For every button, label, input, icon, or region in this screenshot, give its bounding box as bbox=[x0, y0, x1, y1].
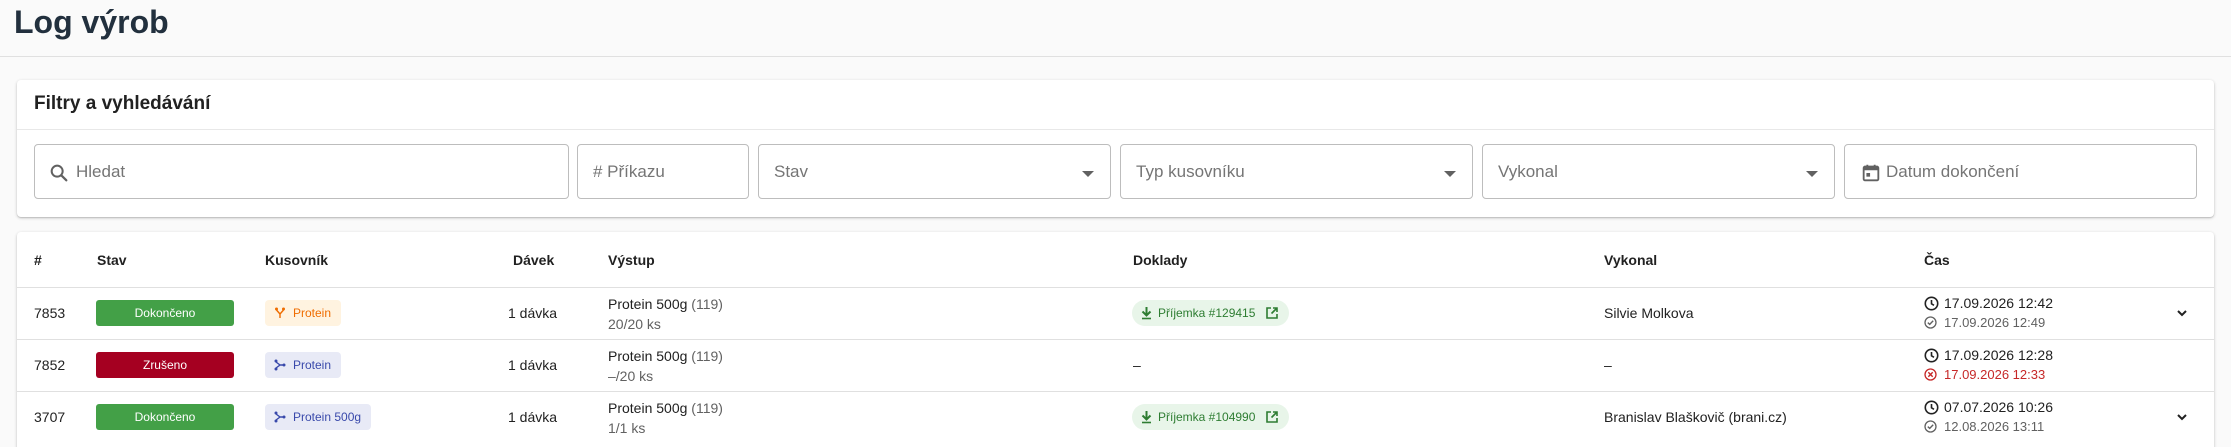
batches-count: 1 dávka bbox=[508, 305, 558, 321]
dropdown-arrow-icon bbox=[1806, 171, 1818, 177]
output-quantity: –/20 ks bbox=[608, 368, 654, 384]
status-select[interactable]: Stav bbox=[758, 144, 1111, 199]
output-name: Protein 500g bbox=[608, 400, 688, 416]
output-name: Protein 500g bbox=[608, 296, 688, 312]
time-started: 17.09.2026 12:42 bbox=[1924, 295, 2053, 311]
bom-chip-label: Protein bbox=[293, 306, 332, 320]
time-cancelled-value: 17.09.2026 12:33 bbox=[1944, 367, 2046, 382]
document-link-chip[interactable]: Příjemka #129415 bbox=[1132, 300, 1290, 326]
production-log-table: # Stav Kusovník Dávek Výstup Doklady Vyk… bbox=[17, 232, 2214, 447]
table-row[interactable]: 7853 Dokončeno Protein 1 dávka Protein 5… bbox=[17, 287, 2214, 339]
time-started-value: 07.07.2026 10:26 bbox=[1944, 399, 2053, 415]
time-finished-value: 12.08.2026 13:11 bbox=[1944, 419, 2045, 434]
dropdown-arrow-icon bbox=[1444, 171, 1456, 177]
bom-chip[interactable]: Protein bbox=[265, 300, 342, 326]
search-placeholder: Hledat bbox=[76, 162, 126, 181]
time-finished: 17.09.2026 12:49 bbox=[1924, 315, 2045, 330]
column-header-performer[interactable]: Vykonal bbox=[1604, 252, 1657, 268]
output-code: (119) bbox=[691, 348, 723, 364]
document-link-chip[interactable]: Příjemka #104990 bbox=[1132, 404, 1290, 430]
page-title: Log výrob bbox=[14, 4, 169, 40]
check-circle-icon bbox=[1924, 316, 1937, 329]
bom-chip-label: Protein 500g bbox=[293, 410, 362, 424]
row-id: 7852 bbox=[34, 357, 66, 373]
expand-row-chevron-icon[interactable] bbox=[2175, 410, 2189, 424]
check-circle-icon bbox=[1924, 420, 1937, 433]
clock-icon bbox=[1924, 296, 1939, 311]
column-header-documents[interactable]: Doklady bbox=[1133, 252, 1187, 268]
clock-icon bbox=[1924, 400, 1939, 415]
filters-title: Filtry a vyhledávání bbox=[34, 93, 211, 114]
output-product: Protein 500g (119) bbox=[608, 400, 723, 416]
merge-icon bbox=[274, 359, 286, 371]
bom-chip[interactable]: Protein 500g bbox=[265, 404, 372, 430]
status-select-placeholder: Stav bbox=[774, 162, 809, 181]
column-header-output[interactable]: Výstup bbox=[608, 252, 655, 268]
clock-icon bbox=[1924, 348, 1939, 363]
time-started: 07.07.2026 10:26 bbox=[1924, 399, 2053, 415]
row-id: 7853 bbox=[34, 305, 66, 321]
output-quantity: 1/1 ks bbox=[608, 420, 646, 436]
output-product: Protein 500g (119) bbox=[608, 348, 723, 364]
performer-name: Branislav Blaškovič (brani.cz) bbox=[1604, 409, 1787, 425]
column-header-time[interactable]: Čas bbox=[1924, 252, 1950, 268]
expand-row-chevron-icon[interactable] bbox=[2175, 306, 2189, 320]
bom-type-select[interactable]: Typ kusovníku bbox=[1120, 144, 1473, 199]
search-input[interactable]: Hledat bbox=[34, 144, 569, 199]
performer-name: Silvie Molkova bbox=[1604, 305, 1694, 321]
output-quantity: 20/20 ks bbox=[608, 316, 661, 332]
download-arrow-icon bbox=[1141, 307, 1152, 320]
status-badge: Zrušeno bbox=[96, 352, 234, 378]
bom-chip-label: Protein bbox=[293, 358, 332, 372]
batches-count: 1 dávka bbox=[508, 357, 558, 373]
merge-icon bbox=[274, 411, 286, 423]
open-external-icon bbox=[1266, 411, 1279, 423]
column-header-bom[interactable]: Kusovník bbox=[265, 252, 328, 268]
order-number-placeholder: # Příkazu bbox=[593, 162, 665, 181]
table-row[interactable]: 7852 Zrušeno Protein 1 dávka Protein 500… bbox=[17, 339, 2214, 391]
row-id: 3707 bbox=[34, 409, 66, 425]
dropdown-arrow-icon bbox=[1082, 171, 1094, 177]
status-badge: Dokončeno bbox=[96, 404, 234, 430]
performer-select[interactable]: Vykonal bbox=[1482, 144, 1835, 199]
completion-date-input[interactable]: Datum dokončení bbox=[1844, 144, 2197, 199]
page-header: Log výrob bbox=[0, 0, 2231, 57]
time-finished: 12.08.2026 13:11 bbox=[1924, 419, 2044, 434]
column-header-id[interactable]: # bbox=[34, 252, 42, 268]
download-arrow-icon bbox=[1141, 411, 1152, 424]
filters-card: Filtry a vyhledávání Hledat # Příkazu St… bbox=[17, 80, 2214, 217]
output-code: (119) bbox=[691, 400, 723, 416]
column-header-batches[interactable]: Dávek bbox=[513, 252, 554, 268]
time-cancelled: 17.09.2026 12:33 bbox=[1924, 367, 2045, 382]
split-icon bbox=[275, 307, 285, 318]
time-started-value: 17.09.2026 12:42 bbox=[1944, 295, 2053, 311]
performer-select-placeholder: Vykonal bbox=[1498, 162, 1558, 181]
divider bbox=[17, 129, 2214, 130]
column-header-status[interactable]: Stav bbox=[97, 252, 127, 268]
completion-date-placeholder: Datum dokončení bbox=[1886, 162, 2020, 181]
output-product: Protein 500g (119) bbox=[608, 296, 723, 312]
time-started-value: 17.09.2026 12:28 bbox=[1944, 347, 2053, 363]
calendar-icon bbox=[1862, 164, 1880, 182]
bom-type-select-placeholder: Typ kusovníku bbox=[1136, 162, 1245, 181]
bom-chip[interactable]: Protein bbox=[265, 352, 342, 378]
open-external-icon bbox=[1266, 307, 1279, 319]
cancel-circle-icon bbox=[1924, 368, 1937, 381]
output-code: (119) bbox=[691, 296, 723, 312]
document-empty: – bbox=[1133, 357, 1141, 373]
document-label: Příjemka #104990 bbox=[1158, 410, 1256, 424]
status-badge: Dokončeno bbox=[96, 300, 234, 326]
time-started: 17.09.2026 12:28 bbox=[1924, 347, 2053, 363]
document-label: Příjemka #129415 bbox=[1158, 306, 1256, 320]
performer-name: – bbox=[1604, 357, 1612, 373]
time-finished-value: 17.09.2026 12:49 bbox=[1944, 315, 2046, 330]
search-icon bbox=[50, 164, 68, 182]
table-row[interactable]: 3707 Dokončeno Protein 500g 1 dávka Prot… bbox=[17, 391, 2214, 443]
order-number-input[interactable]: # Příkazu bbox=[577, 144, 749, 199]
output-name: Protein 500g bbox=[608, 348, 688, 364]
batches-count: 1 dávka bbox=[508, 409, 558, 425]
